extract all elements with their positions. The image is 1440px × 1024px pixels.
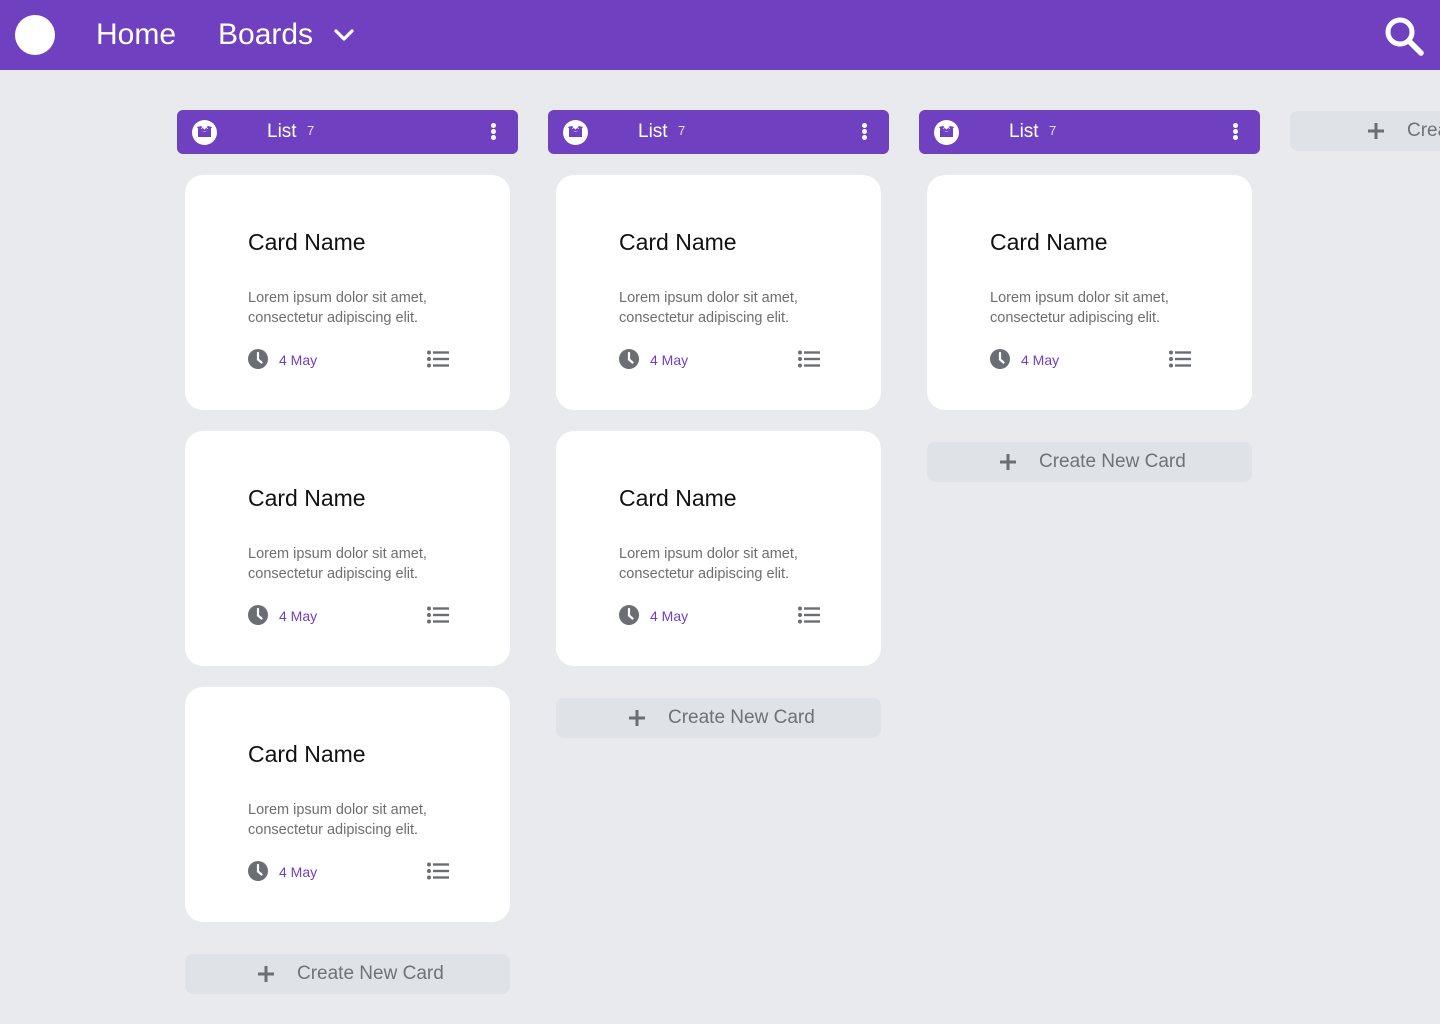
create-new-card-button[interactable]: Create New Card — [556, 698, 881, 738]
plus-icon — [1368, 123, 1384, 139]
card-title: Card Name — [990, 229, 1108, 255]
card-due-date: 4 May — [279, 352, 318, 368]
box-icon — [934, 120, 959, 145]
card-description: Lorem ipsum dolor sit amet, consectetur … — [248, 802, 427, 838]
checklist-icon[interactable] — [427, 862, 449, 880]
list-count: 7 — [1049, 123, 1057, 138]
clock-icon — [248, 861, 268, 881]
card-title: Card Name — [248, 741, 366, 767]
search-icon[interactable] — [1382, 14, 1426, 58]
box-icon — [192, 120, 217, 145]
card[interactable]: Card Name Lorem ipsum dolor sit amet, con… — [927, 175, 1252, 410]
plus-icon — [258, 966, 274, 982]
checklist-icon[interactable] — [1169, 350, 1191, 368]
nav-boards-label: Boards — [218, 18, 314, 51]
list-title: List — [638, 121, 668, 142]
more-vertical-icon[interactable] — [1231, 123, 1239, 141]
card-due-date: 4 May — [650, 608, 689, 624]
create-new-list-button[interactable]: Create New List — [1290, 111, 1440, 151]
card-title: Card Name — [248, 485, 366, 511]
card-title: Card Name — [619, 229, 737, 255]
checklist-icon[interactable] — [798, 350, 820, 368]
card-description: Lorem ipsum dolor sit amet, consectetur … — [619, 546, 798, 582]
create-new-card-label: Create New Card — [668, 707, 815, 728]
card[interactable]: Card Name Lorem ipsum dolor sit amet, con… — [185, 175, 510, 410]
card-description: Lorem ipsum dolor sit amet, consectetur … — [619, 290, 798, 326]
plus-icon — [1000, 454, 1016, 470]
list-title: List — [267, 121, 297, 142]
create-new-card-button[interactable]: Create New Card — [185, 954, 510, 994]
create-new-card-label: Create New Card — [297, 963, 444, 984]
card-description: Lorem ipsum dolor sit amet, consectetur … — [248, 290, 427, 326]
box-icon — [563, 120, 588, 145]
checklist-icon[interactable] — [427, 350, 449, 368]
clock-icon — [619, 605, 639, 625]
clock-icon — [619, 349, 639, 369]
chevron-down-icon — [334, 29, 354, 41]
card-due-date: 4 May — [1021, 352, 1060, 368]
checklist-icon[interactable] — [798, 606, 820, 624]
card-due-date: 4 May — [650, 352, 689, 368]
app-logo[interactable] — [15, 15, 55, 55]
card-description: Lorem ipsum dolor sit amet, consectetur … — [248, 546, 427, 582]
card[interactable]: Card Name Lorem ipsum dolor sit amet, con… — [185, 687, 510, 922]
card[interactable]: Card Name Lorem ipsum dolor sit amet, con… — [185, 431, 510, 666]
list-header[interactable]: List 7 — [177, 110, 518, 154]
clock-icon — [248, 605, 268, 625]
card-title: Card Name — [248, 229, 366, 255]
checklist-icon[interactable] — [427, 606, 449, 624]
create-new-card-label: Create New Card — [1039, 451, 1186, 472]
card[interactable]: Card Name Lorem ipsum dolor sit amet, con… — [556, 431, 881, 666]
more-vertical-icon[interactable] — [860, 123, 868, 141]
create-new-card-button[interactable]: Create New Card — [927, 442, 1252, 482]
list-header[interactable]: List 7 — [919, 110, 1260, 154]
create-new-list-label: Create New List — [1407, 120, 1440, 141]
list-count: 7 — [307, 123, 315, 138]
card-title: Card Name — [619, 485, 737, 511]
clock-icon — [248, 349, 268, 369]
nav-home-link[interactable]: Home — [96, 17, 176, 53]
card-description: Lorem ipsum dolor sit amet, consectetur … — [990, 290, 1169, 326]
card-due-date: 4 May — [279, 608, 318, 624]
card[interactable]: Card Name Lorem ipsum dolor sit amet, con… — [556, 175, 881, 410]
more-vertical-icon[interactable] — [489, 123, 497, 141]
list-header[interactable]: List 7 — [548, 110, 889, 154]
list-count: 7 — [678, 123, 686, 138]
list-title: List — [1009, 121, 1039, 142]
top-navbar: Home Boards — [0, 0, 1440, 70]
plus-icon — [629, 710, 645, 726]
card-due-date: 4 May — [279, 864, 318, 880]
clock-icon — [990, 349, 1010, 369]
nav-boards-dropdown[interactable]: Boards — [218, 17, 355, 53]
